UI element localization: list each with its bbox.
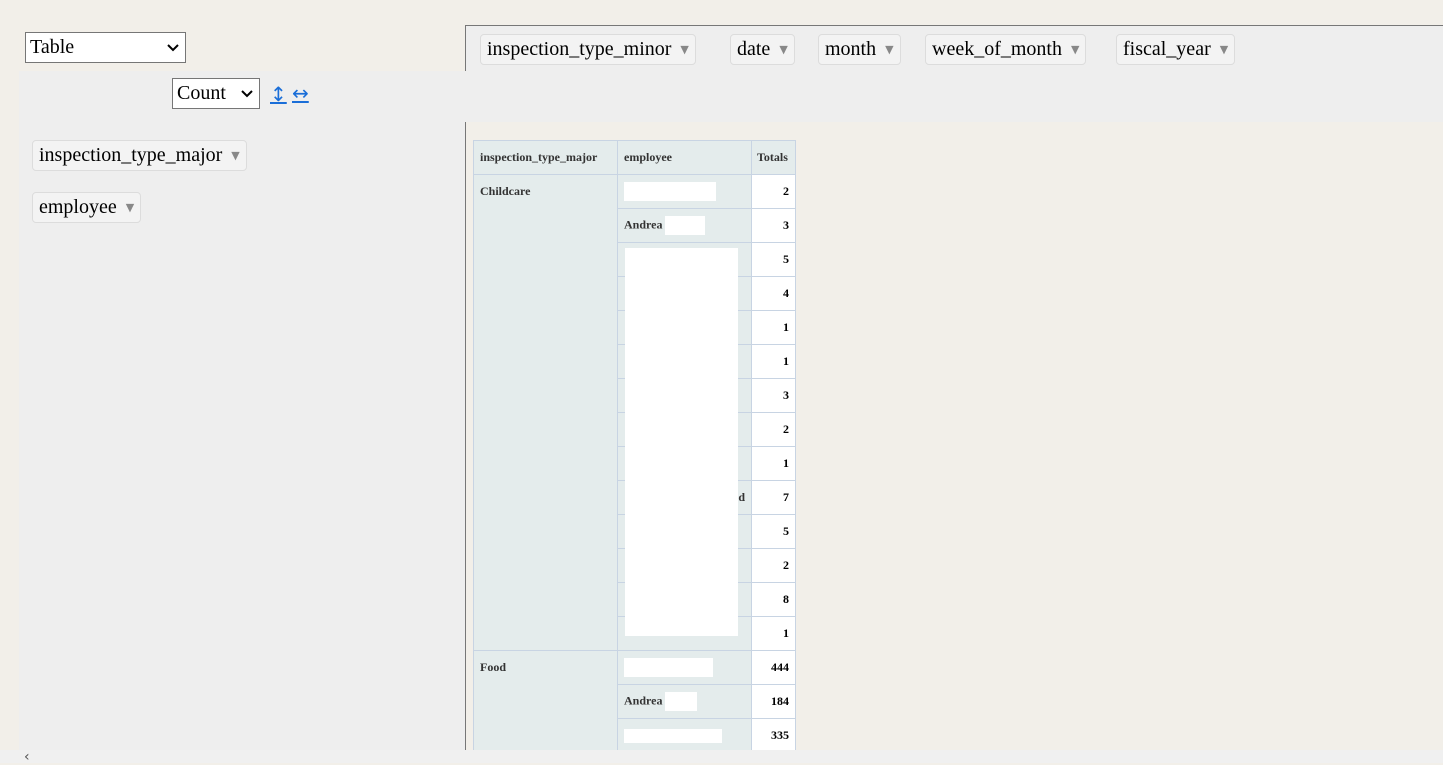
total-cell: 5 bbox=[751, 514, 796, 549]
redacted-name bbox=[624, 729, 722, 744]
chevron-down-icon bbox=[241, 79, 253, 108]
filter-triangle-icon[interactable]: ▼ bbox=[885, 43, 893, 56]
col-field-month[interactable]: month ▼ bbox=[818, 34, 901, 65]
field-label: week_of_month bbox=[932, 38, 1062, 60]
renderer-select-value: Table bbox=[30, 36, 75, 58]
total-cell: 3 bbox=[751, 208, 796, 243]
employee-cell bbox=[617, 174, 752, 209]
col-fields-area: inspection_type_minor ▼ date ▼ month ▼ week… bbox=[465, 25, 1443, 72]
row-field-inspection-type-major[interactable]: inspection_type_major ▼ bbox=[32, 140, 247, 171]
field-label: date bbox=[737, 38, 771, 60]
filter-triangle-icon[interactable]: ▼ bbox=[1071, 43, 1079, 56]
employee-name: d bbox=[738, 490, 745, 504]
pivot-table: inspection_type_major employee Totals Ch… bbox=[473, 140, 796, 750]
field-label: inspection_type_minor bbox=[487, 38, 672, 60]
aggregator-select-value: Count bbox=[177, 82, 226, 104]
total-cell: 2 bbox=[751, 174, 796, 209]
filter-triangle-icon[interactable]: ▼ bbox=[779, 43, 787, 56]
redacted-name bbox=[624, 658, 713, 677]
field-label: fiscal_year bbox=[1123, 38, 1211, 60]
total-cell: 1 bbox=[751, 446, 796, 481]
total-cell: 1 bbox=[751, 616, 796, 651]
filter-triangle-icon[interactable]: ▼ bbox=[680, 43, 688, 56]
filter-triangle-icon[interactable]: ▼ bbox=[231, 149, 239, 162]
total-cell: 1 bbox=[751, 310, 796, 345]
total-cell: 8 bbox=[751, 582, 796, 617]
header-inspection-type-major[interactable]: inspection_type_major bbox=[473, 140, 618, 175]
employee-cell bbox=[617, 242, 752, 636]
row-label-food: Food bbox=[473, 650, 618, 750]
field-label: inspection_type_major bbox=[39, 144, 223, 166]
total-cell: 2 bbox=[751, 548, 796, 583]
renderer-cell: Table bbox=[19, 25, 466, 72]
col-field-inspection-type-minor[interactable]: inspection_type_minor ▼ bbox=[480, 34, 696, 65]
col-field-date[interactable]: date ▼ bbox=[730, 34, 795, 65]
employee-name: Andrea bbox=[624, 693, 663, 708]
row-fields-area: inspection_type_major ▼ employee ▼ bbox=[19, 122, 466, 750]
field-label: month bbox=[825, 38, 877, 60]
total-cell: 2 bbox=[751, 412, 796, 447]
col-field-fiscal-year[interactable]: fiscal_year ▼ bbox=[1116, 34, 1236, 65]
filter-triangle-icon[interactable]: ▼ bbox=[126, 201, 134, 214]
row-label-childcare: Childcare bbox=[473, 174, 618, 651]
total-cell: 5 bbox=[751, 242, 796, 277]
row-field-employee[interactable]: employee ▼ bbox=[32, 192, 142, 223]
employee-cell bbox=[617, 650, 752, 685]
redacted-names-block bbox=[625, 248, 738, 636]
filter-triangle-icon[interactable]: ▼ bbox=[1220, 43, 1228, 56]
row-sort-arrows-icon[interactable]: ↕ bbox=[270, 82, 287, 106]
chevron-down-icon bbox=[167, 33, 179, 62]
field-label: employee bbox=[39, 196, 117, 218]
total-cell: 4 bbox=[751, 276, 796, 311]
employee-cell: Andrea bbox=[617, 684, 752, 719]
col-sort-arrows-icon[interactable]: ↔ bbox=[292, 81, 309, 105]
employee-cell: Andrea bbox=[617, 208, 752, 243]
employee-cell bbox=[617, 718, 752, 750]
redacted-name bbox=[624, 182, 716, 201]
pivot-table-area: inspection_type_major employee Totals Ch… bbox=[466, 122, 1443, 750]
total-cell: 335 bbox=[751, 718, 796, 750]
aggregator-cell: Count ↕ ↔ bbox=[19, 71, 466, 123]
redacted-name bbox=[665, 692, 698, 711]
header-employee[interactable]: employee bbox=[617, 140, 752, 175]
total-cell: 7 bbox=[751, 480, 796, 515]
column-values-area bbox=[465, 71, 1443, 123]
redacted-name bbox=[665, 216, 706, 235]
renderer-select[interactable]: Table bbox=[25, 32, 186, 63]
total-cell: 184 bbox=[751, 684, 796, 719]
header-totals: Totals bbox=[751, 140, 796, 175]
employee-name: Andrea bbox=[624, 217, 663, 232]
total-cell: 3 bbox=[751, 378, 796, 413]
aggregator-select[interactable]: Count bbox=[172, 78, 260, 109]
col-field-week-of-month[interactable]: week_of_month ▼ bbox=[925, 34, 1087, 65]
total-cell: 444 bbox=[751, 650, 796, 685]
horizontal-scrollbar[interactable] bbox=[0, 750, 1443, 763]
total-cell: 1 bbox=[751, 344, 796, 379]
